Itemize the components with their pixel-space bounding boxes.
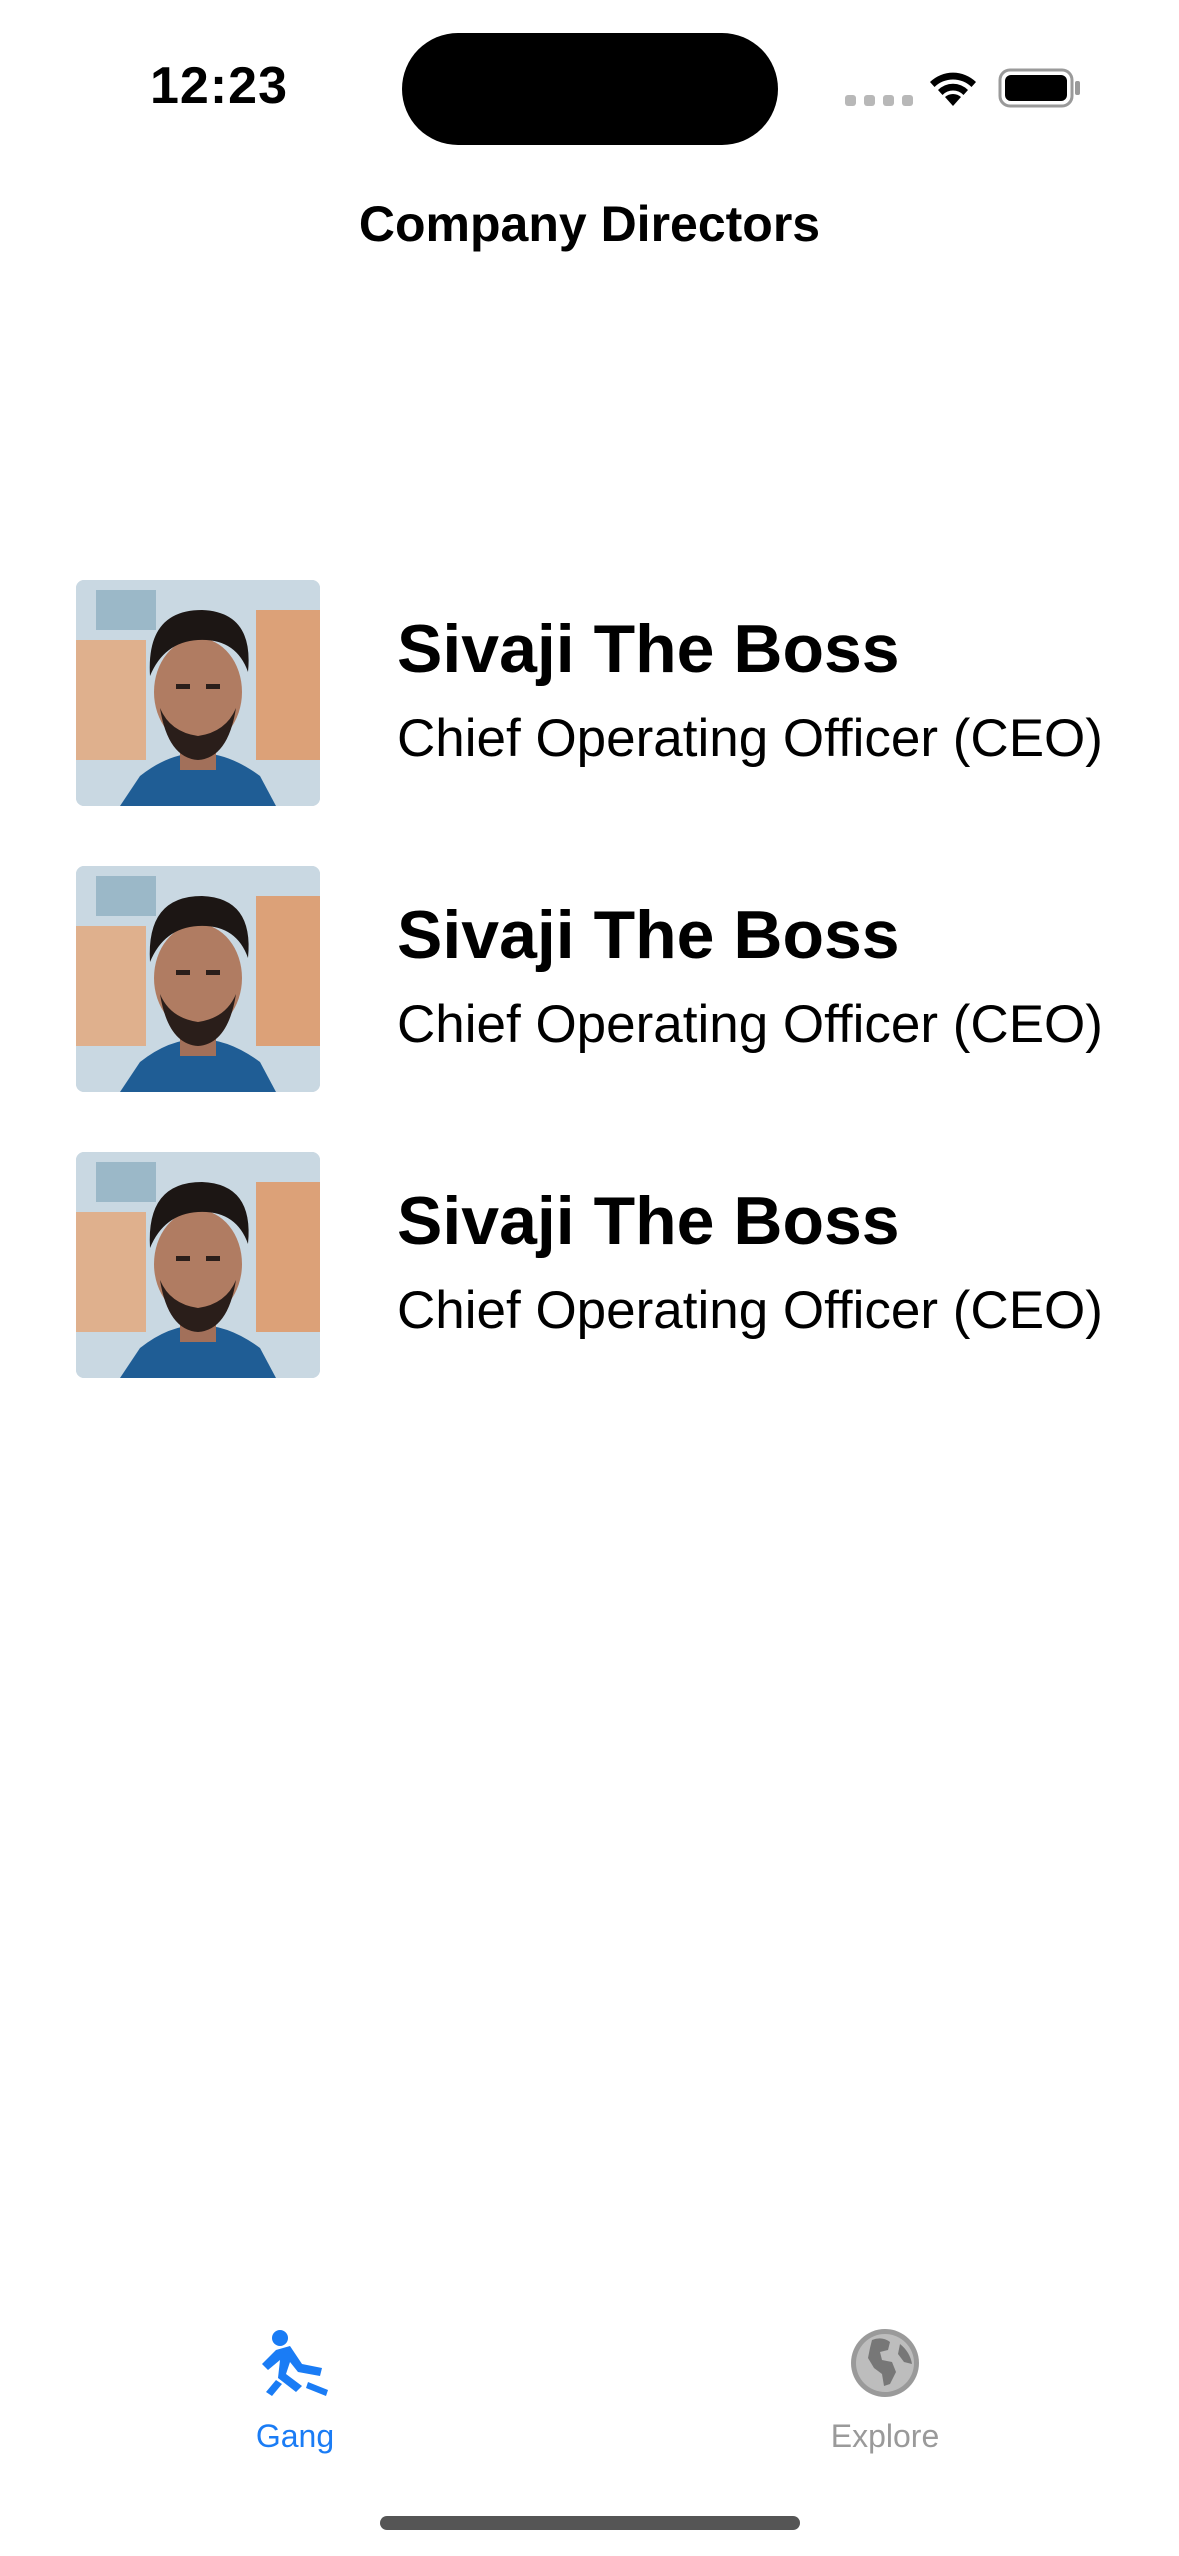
- cellular-signal-icon: [845, 95, 913, 106]
- globe-icon: [851, 2329, 919, 2397]
- directors-list: Sivaji The Boss Chief Operating Officer …: [0, 580, 1179, 1438]
- tab-explore[interactable]: Explore: [735, 2300, 1035, 2460]
- list-item[interactable]: Sivaji The Boss Chief Operating Officer …: [0, 1152, 1179, 1438]
- director-name: Sivaji The Boss: [397, 897, 900, 973]
- list-item[interactable]: Sivaji The Boss Chief Operating Officer …: [0, 866, 1179, 1152]
- director-name: Sivaji The Boss: [397, 611, 900, 687]
- home-indicator: [380, 2516, 800, 2530]
- avatar: [76, 1152, 320, 1378]
- wifi-icon: [930, 72, 976, 106]
- tab-explore-label: Explore: [830, 2418, 940, 2454]
- tab-gang-label: Gang: [255, 2418, 335, 2454]
- list-item[interactable]: Sivaji The Boss Chief Operating Officer …: [0, 580, 1179, 866]
- figure-fall-icon: [262, 2330, 328, 2396]
- director-name: Sivaji The Boss: [397, 1183, 900, 1259]
- director-role: Chief Operating Officer (CEO): [397, 709, 1103, 768]
- avatar: [76, 580, 320, 806]
- tab-bar: Gang Explore: [0, 2300, 1179, 2470]
- director-role: Chief Operating Officer (CEO): [397, 1281, 1103, 1340]
- avatar: [76, 866, 320, 1092]
- page-title: Company Directors: [358, 196, 821, 252]
- battery-icon: [998, 68, 1080, 108]
- status-time: 12:23: [150, 57, 288, 115]
- dynamic-island: [402, 33, 778, 145]
- status-bar: 12:23: [0, 0, 1179, 170]
- director-role: Chief Operating Officer (CEO): [397, 995, 1103, 1054]
- tab-gang[interactable]: Gang: [145, 2300, 445, 2460]
